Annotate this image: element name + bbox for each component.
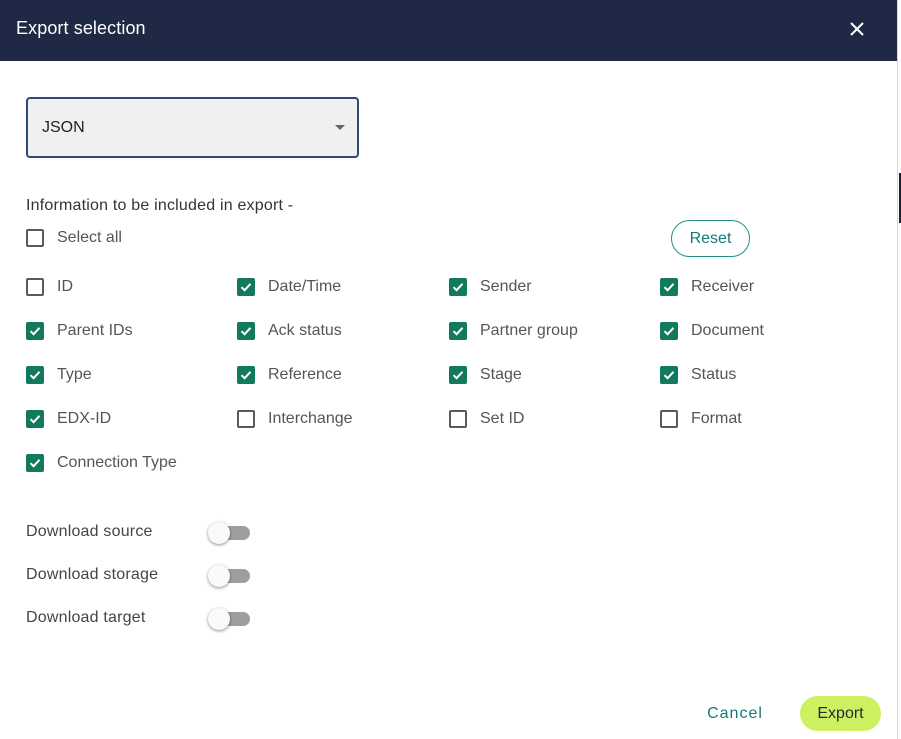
checkbox-label: Partner group [480,322,578,339]
checkbox-box [26,322,44,340]
check-icon [240,371,252,380]
check-icon [29,371,41,380]
checkbox-box [449,278,467,296]
checkbox-interchange[interactable]: Interchange [237,407,353,431]
check-icon [29,327,41,336]
checkbox-box [449,322,467,340]
checkbox-box [237,278,255,296]
checkbox-type[interactable]: Type [26,363,92,387]
close-button[interactable] [841,13,873,45]
checkbox-label: ID [57,278,73,295]
caret-down-icon [335,125,345,130]
checkbox-label: Format [691,410,742,427]
toggle-download-storage[interactable] [208,564,254,588]
checkbox-box [449,366,467,384]
export-button[interactable]: Export [800,696,881,731]
checkbox-label: Document [691,322,764,339]
toggle-knob [208,522,230,544]
checkbox-format[interactable]: Format [660,407,742,431]
toggle-download-target[interactable] [208,607,254,631]
checkbox-date-time[interactable]: Date/Time [237,275,341,299]
info-label: Information to be included in export - [26,197,294,214]
checkbox-box [449,410,467,428]
checkbox-label: Reference [268,366,342,383]
checkbox-label: Type [57,366,92,383]
checkbox-parent-ids[interactable]: Parent IDs [26,319,133,343]
checkbox-id[interactable]: ID [26,275,73,299]
cancel-button[interactable]: Cancel [694,697,776,731]
toggle-label: Download source [26,523,153,540]
checkbox-status[interactable]: Status [660,363,736,387]
check-icon [240,327,252,336]
checkbox-label: Connection Type [57,454,177,471]
format-select-value: JSON [42,119,85,136]
toggle-knob [208,608,230,630]
checkbox-stage[interactable]: Stage [449,363,522,387]
close-icon [850,22,864,36]
dialog-header: Export selection [0,0,897,61]
toggle-download-source[interactable] [208,521,254,545]
toggle-knob [208,565,230,587]
check-icon [452,371,464,380]
check-icon [452,327,464,336]
checkbox-ack-status[interactable]: Ack status [237,319,342,343]
checkbox-label: Parent IDs [57,322,133,339]
reset-button[interactable]: Reset [671,220,750,257]
checkbox-label: Interchange [268,410,353,427]
select-all-checkbox[interactable]: Select all [26,226,122,250]
export-dialog: Export selection JSON Information to be … [0,0,897,739]
check-icon [663,283,675,292]
checkbox-box [660,366,678,384]
checkbox-label: Receiver [691,278,755,295]
checkbox-sender[interactable]: Sender [449,275,532,299]
checkbox-box [26,454,44,472]
checkbox-box [237,322,255,340]
checkbox-receiver[interactable]: Receiver [660,275,754,299]
checkbox-box [237,366,255,384]
checkbox-reference[interactable]: Reference [237,363,342,387]
dialog-title: Export selection [16,18,146,38]
checkbox-label: Status [691,366,737,383]
check-icon [29,459,41,468]
checkbox-document[interactable]: Document [660,319,764,343]
checkbox-label: Set ID [480,410,525,427]
select-all-label: Select all [57,229,122,246]
checkbox-box [26,366,44,384]
checkbox-box [660,322,678,340]
checkbox-label: Date/Time [268,278,342,295]
checkbox-label: Stage [480,366,522,383]
checkbox-box [26,278,44,296]
check-icon [240,283,252,292]
check-icon [29,415,41,424]
checkbox-box [660,410,678,428]
checkbox-box [660,278,678,296]
toggle-label: Download target [26,609,146,626]
checkbox-set-id[interactable]: Set ID [449,407,524,431]
checkbox-box [237,410,255,428]
checkbox-connection-type[interactable]: Connection Type [26,451,177,475]
checkbox-edx-id[interactable]: EDX-ID [26,407,111,431]
checkbox-box [26,229,44,247]
format-select[interactable]: JSON [26,97,359,158]
checkbox-label: Sender [480,278,532,295]
check-icon [452,283,464,292]
checkbox-label: Ack status [268,322,342,339]
window-edge [897,0,901,739]
toggle-label: Download storage [26,566,159,583]
checkbox-label: EDX-ID [57,410,112,427]
checkbox-box [26,410,44,428]
check-icon [663,371,675,380]
checkbox-partner-group[interactable]: Partner group [449,319,578,343]
check-icon [663,327,675,336]
